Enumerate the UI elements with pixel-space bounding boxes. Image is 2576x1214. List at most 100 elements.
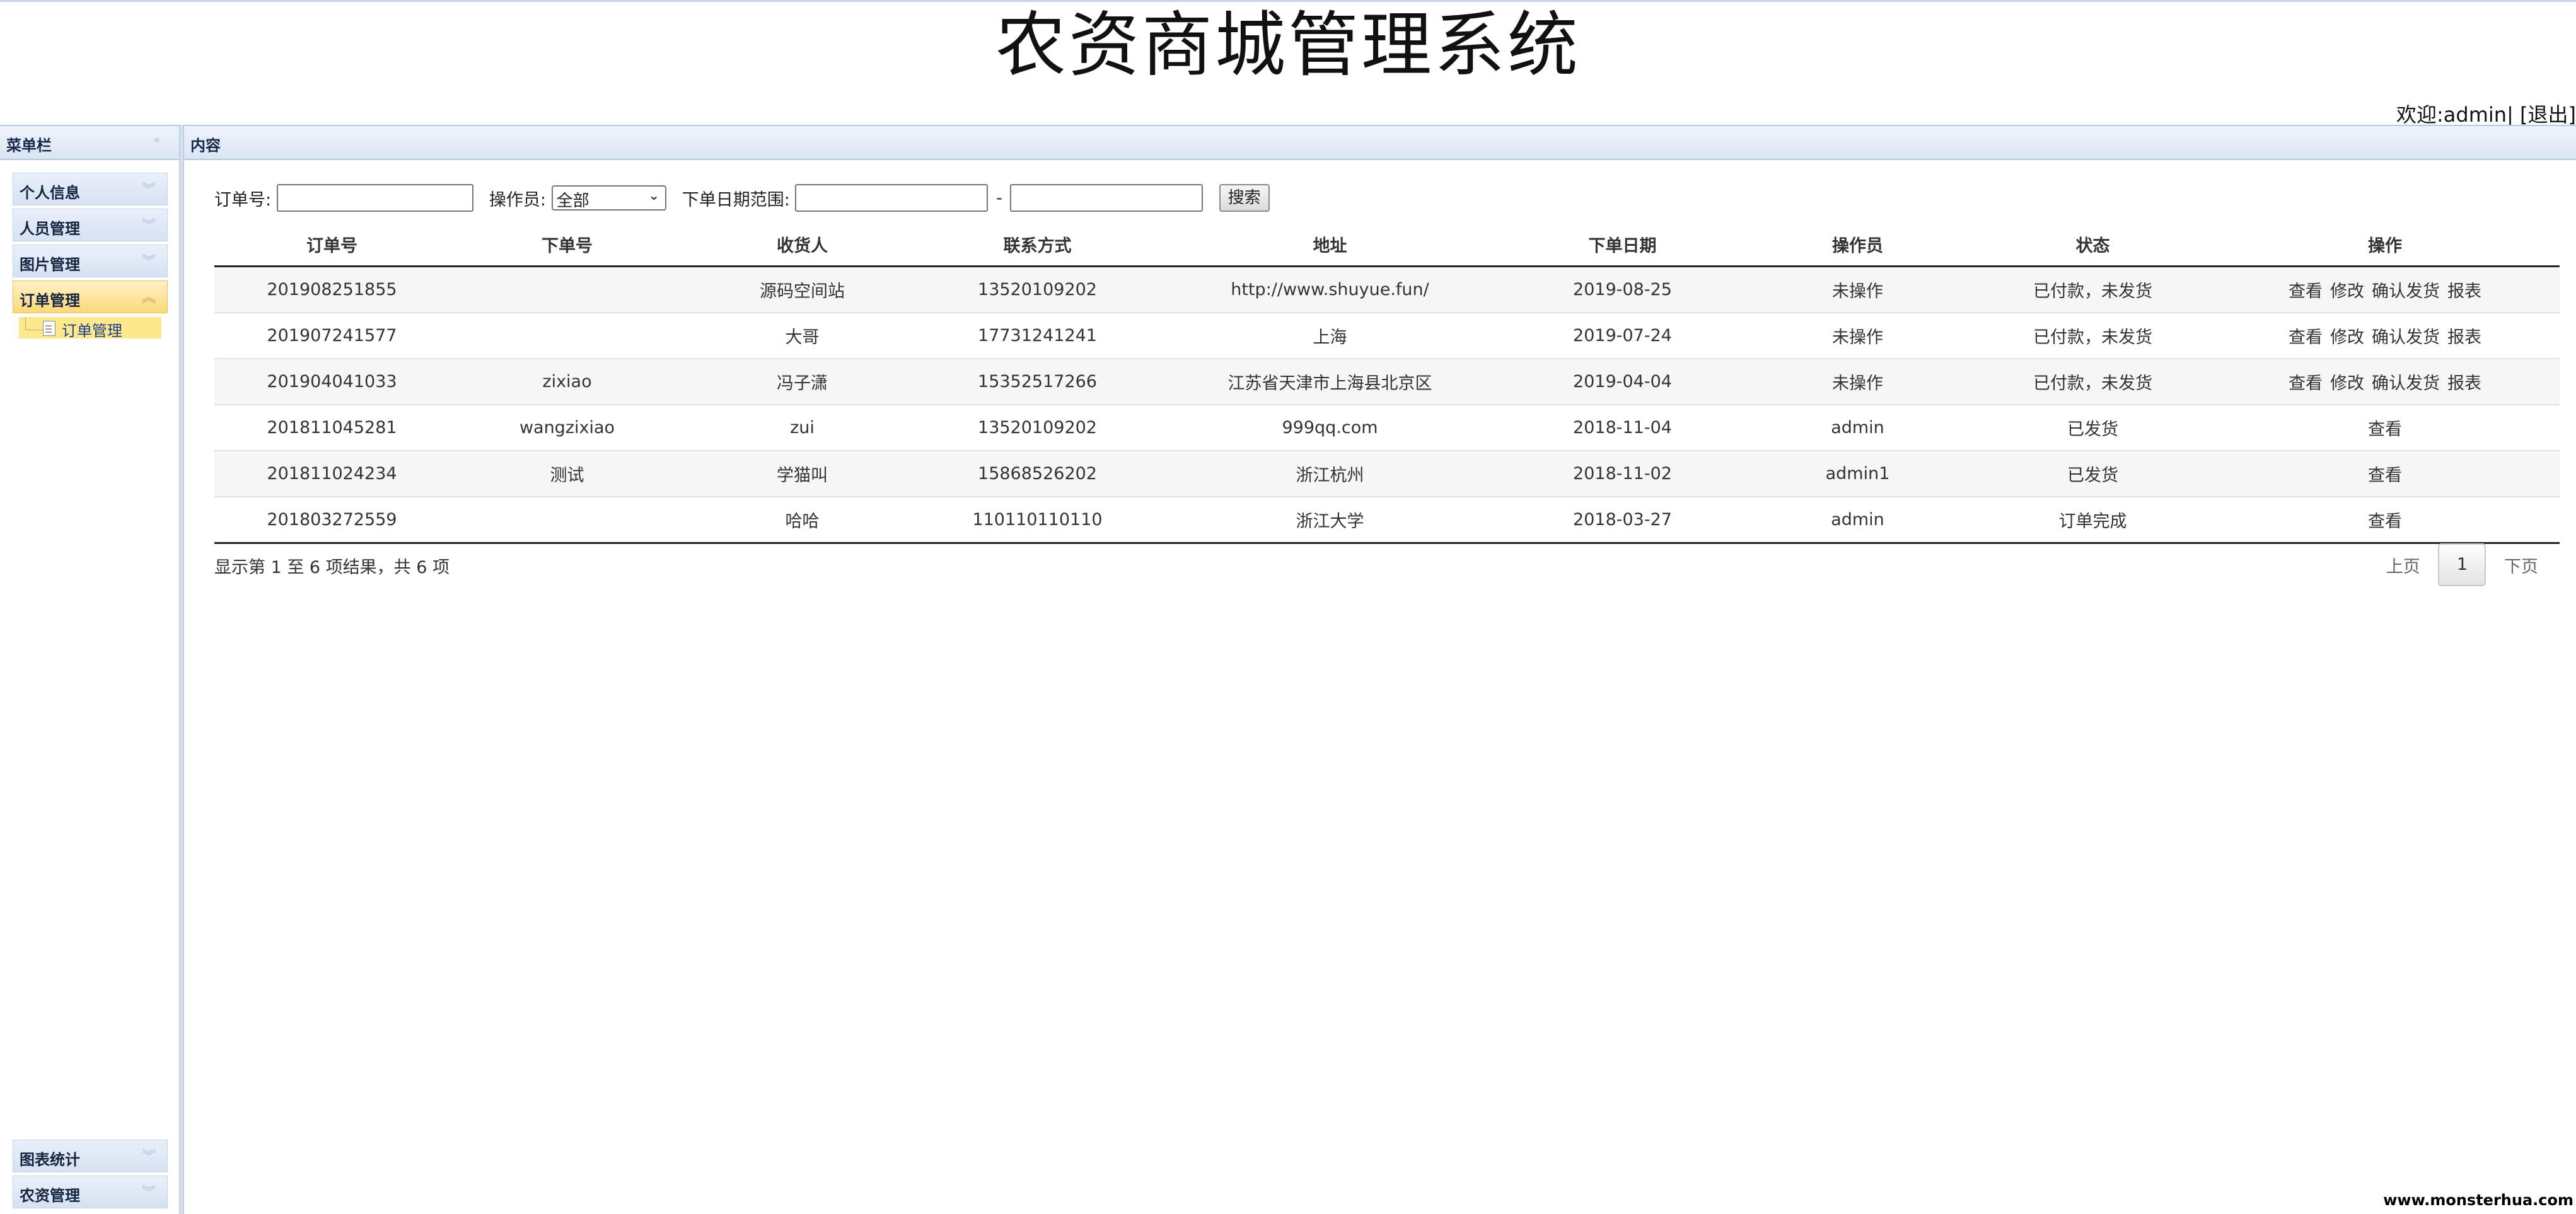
column-header[interactable]: 操作 <box>2210 223 2560 267</box>
page-1-button[interactable]: 1 <box>2438 543 2486 586</box>
tree-line <box>25 317 45 330</box>
report-link[interactable]: 报表 <box>2447 277 2481 302</box>
order-date-cell: 2018-11-04 <box>1505 404 1740 451</box>
menu-item-images[interactable]: 图片管理 ︾ <box>13 245 168 277</box>
orders-table-body: 201908251855 源码空间站 13520109202 http://www.s… <box>214 265 2560 544</box>
chevron-down-icon: ︾ <box>141 182 156 198</box>
date-range-label: 下单日期范围: <box>682 190 790 210</box>
order-ref-cell <box>450 496 685 544</box>
menu-item-agri-goods[interactable]: 农资管理 ︾ <box>13 1176 168 1208</box>
order-ref-cell: zixiao <box>450 358 685 405</box>
view-link[interactable]: 查看 <box>2368 507 2402 532</box>
operator-cell: admin <box>1740 404 1975 451</box>
view-link[interactable]: 查看 <box>2368 415 2402 440</box>
table-header-row: 订单号 下单号 收货人 联系方式 地址 下单日期 操作员 状态 操作 <box>214 223 2560 267</box>
status-cell: 已发货 <box>1975 450 2210 497</box>
content-header: 内容 <box>184 125 2576 160</box>
column-header[interactable]: 联系方式 <box>920 223 1155 267</box>
operator-select-value: 全部 <box>556 192 589 211</box>
menu-item-personal-info[interactable]: 个人信息 ︾ <box>13 173 168 205</box>
report-link[interactable]: 报表 <box>2447 323 2481 348</box>
order-number-cell: 201811024234 <box>214 450 450 497</box>
menu-item-label: 农资管理 <box>20 1187 80 1205</box>
column-header[interactable]: 下单日期 <box>1505 223 1740 267</box>
status-cell: 已付款，未发货 <box>1975 312 2210 359</box>
table-row: 201904041033 zixiao 冯子潇 15352517266 江苏省天津市上海… <box>214 358 2560 405</box>
next-page-button[interactable]: 下页 <box>2492 553 2551 577</box>
search-button[interactable]: 搜索 <box>1219 184 1270 212</box>
watermark: www.monsterhua.com <box>2383 1191 2573 1209</box>
sidebar-header: 菜单栏 « <box>0 125 179 160</box>
confirm-ship-link[interactable]: 确认发货 <box>2372 277 2440 302</box>
app-header: 农资商城管理系统 欢迎:admin| [退出] <box>0 2 2576 127</box>
logout-link[interactable]: [退出] <box>2520 99 2576 128</box>
date-to-input[interactable] <box>1010 184 1204 212</box>
edit-link[interactable]: 修改 <box>2330 323 2364 348</box>
column-header[interactable]: 订单号 <box>214 223 450 267</box>
edit-link[interactable]: 修改 <box>2330 277 2364 302</box>
prev-page-button[interactable]: 上页 <box>2374 553 2433 577</box>
splitter[interactable] <box>179 125 184 1214</box>
order-ref-cell <box>450 312 685 359</box>
address-cell: 浙江杭州 <box>1155 450 1505 497</box>
table-row: 201908251855 源码空间站 13520109202 http://www.s… <box>214 265 2560 313</box>
operator-cell: 未操作 <box>1740 312 1975 359</box>
column-header[interactable]: 下单号 <box>450 223 685 267</box>
status-cell: 已付款，未发货 <box>1975 358 2210 405</box>
view-link[interactable]: 查看 <box>2289 369 2323 394</box>
report-link[interactable]: 报表 <box>2447 369 2481 394</box>
actions-cell: 查看 修改 确认发货 报表 <box>2210 358 2560 405</box>
column-header[interactable]: 地址 <box>1155 223 1505 267</box>
menu-item-charts[interactable]: 图表统计 ︾ <box>13 1140 168 1172</box>
actions-cell: 查看 修改 确认发货 报表 <box>2210 312 2560 359</box>
order-date-cell: 2019-04-04 <box>1505 358 1740 405</box>
edit-link[interactable]: 修改 <box>2330 369 2364 394</box>
operator-select[interactable]: 全部 ⌄ <box>551 185 666 211</box>
confirm-ship-link[interactable]: 确认发货 <box>2372 369 2440 394</box>
sidebar-title: 菜单栏 <box>6 137 52 154</box>
content-panel: 内容 订单号: 操作员: 全部 ⌄ 下单日期范围: - 搜索 订单号 下单号 收货… <box>184 125 2576 1214</box>
address-cell: 江苏省天津市上海县北京区 <box>1155 358 1505 405</box>
operator-cell: admin <box>1740 496 1975 544</box>
phone-cell: 110110110110 <box>920 496 1155 544</box>
operator-cell: admin1 <box>1740 450 1975 497</box>
column-header[interactable]: 收货人 <box>685 223 920 267</box>
recipient-cell: 学猫叫 <box>685 450 920 497</box>
view-link[interactable]: 查看 <box>2289 277 2323 302</box>
welcome-bar: 欢迎:admin| [退出] <box>2396 99 2576 128</box>
phone-cell: 13520109202 <box>920 265 1155 313</box>
column-header[interactable]: 操作员 <box>1740 223 1975 267</box>
order-no-label: 订单号: <box>214 190 272 210</box>
status-cell: 订单完成 <box>1975 496 2210 544</box>
operator-cell: 未操作 <box>1740 358 1975 405</box>
menu-item-orders[interactable]: 订单管理 ︽ <box>13 280 168 313</box>
order-number-cell: 201811045281 <box>214 404 450 451</box>
sidebar-bottom-menu: 图表统计 ︾ 农资管理 ︾ <box>13 1140 168 1211</box>
results-info: 显示第 1 至 6 项结果，共 6 项 <box>214 558 450 577</box>
order-ref-cell: wangzixiao <box>450 404 685 451</box>
menu-item-label: 人员管理 <box>20 220 80 238</box>
menu-item-staff[interactable]: 人员管理 ︾ <box>13 209 168 241</box>
address-cell: http://www.shuyue.fun/ <box>1155 265 1505 313</box>
sidebar-menu: 个人信息 ︾ 人员管理 ︾ 图片管理 ︾ 订单管理 ︽ 订单管理 <box>13 173 168 345</box>
chevron-down-icon: ︾ <box>141 1185 156 1201</box>
order-no-input[interactable] <box>276 184 473 212</box>
date-from-input[interactable] <box>795 184 989 212</box>
view-link[interactable]: 查看 <box>2368 461 2402 486</box>
order-ref-cell <box>450 265 685 313</box>
operator-cell: 未操作 <box>1740 265 1975 313</box>
actions-cell: 查看 <box>2210 404 2560 451</box>
view-link[interactable]: 查看 <box>2289 323 2323 348</box>
menu-item-label: 图片管理 <box>20 256 80 274</box>
table-row: 201811045281 wangzixiao zui 13520109202 999q… <box>214 404 2560 451</box>
chevron-down-icon: ︾ <box>141 218 156 234</box>
confirm-ship-link[interactable]: 确认发货 <box>2372 323 2440 348</box>
order-number-cell: 201803272559 <box>214 496 450 544</box>
column-header[interactable]: 状态 <box>1975 223 2210 267</box>
table-row: 201803272559 哈哈 110110110110 浙江大学 2018-03-27… <box>214 496 2560 544</box>
collapse-icon[interactable]: « <box>154 134 165 146</box>
operator-label: 操作员: <box>489 190 546 210</box>
status-cell: 已付款，未发货 <box>1975 265 2210 313</box>
phone-cell: 15868526202 <box>920 450 1155 497</box>
submenu-item-orders[interactable]: 订单管理 <box>19 317 161 340</box>
